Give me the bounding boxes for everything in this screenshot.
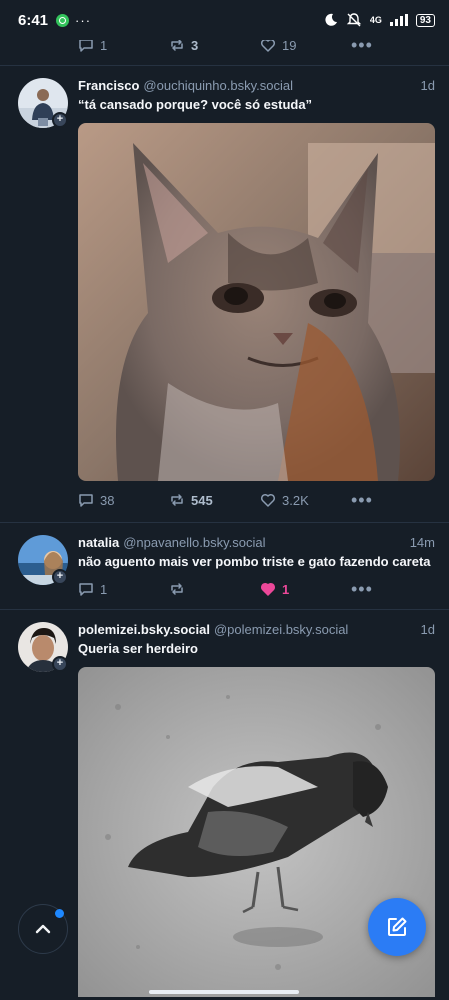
status-icons: 4G 93 xyxy=(324,13,435,27)
notification-more-icon: ··· xyxy=(75,12,92,28)
author-name[interactable]: Francisco xyxy=(78,78,139,93)
action-row: 1 3 19 ••• xyxy=(78,40,449,54)
post-time: 1d xyxy=(420,622,435,637)
do-not-disturb-icon xyxy=(325,13,337,26)
repost-count: 3 xyxy=(191,40,199,53)
network-type: 4G xyxy=(369,15,382,25)
more-icon[interactable]: ••• xyxy=(351,491,373,509)
signal-icon xyxy=(389,14,408,26)
repost-icon xyxy=(171,494,183,506)
compose-button[interactable] xyxy=(368,898,426,956)
home-indicator[interactable] xyxy=(149,990,299,994)
more-icon[interactable]: ••• xyxy=(351,40,373,54)
like-button[interactable]: 3.2K xyxy=(260,492,351,508)
author-name[interactable]: polemizei.bsky.social xyxy=(78,622,210,637)
follow-plus-icon[interactable]: + xyxy=(52,112,68,128)
battery-icon: 93 xyxy=(415,13,435,27)
repost-button[interactable]: 545 xyxy=(169,492,260,508)
heart-icon xyxy=(260,493,276,507)
post-media-gif[interactable] xyxy=(78,123,435,481)
like-button[interactable]: 1 xyxy=(260,581,351,597)
repost-button[interactable] xyxy=(169,581,260,597)
whatsapp-icon xyxy=(56,13,70,27)
action-row: 1 1 ••• xyxy=(78,576,435,602)
silent-icon xyxy=(346,13,362,27)
post-time: 1d xyxy=(420,78,435,93)
repost-icon xyxy=(171,40,183,51)
action-row: 38 545 3.2K ••• xyxy=(78,487,435,513)
more-icon[interactable]: ••• xyxy=(351,580,373,598)
like-button[interactable]: 19 xyxy=(260,40,351,53)
post[interactable]: + Francisco @ouchiquinho.bsky.social 1d … xyxy=(0,66,449,523)
like-count: 19 xyxy=(282,40,297,53)
author-handle[interactable]: @npavanello.bsky.social xyxy=(123,535,265,550)
reply-button[interactable]: 1 xyxy=(78,581,169,597)
author-handle[interactable]: @ouchiquinho.bsky.social xyxy=(143,78,293,93)
reply-icon xyxy=(79,494,93,507)
reply-count: 1 xyxy=(100,581,108,597)
post-header: Francisco @ouchiquinho.bsky.social 1d xyxy=(78,78,435,93)
heart-icon xyxy=(260,582,276,596)
previous-post-actions: 1 3 19 ••• xyxy=(0,40,449,66)
author-name[interactable]: natalia xyxy=(78,535,119,550)
repost-button[interactable]: 3 xyxy=(169,40,260,53)
post-text: Queria ser herdeiro xyxy=(78,641,198,656)
reply-icon xyxy=(79,40,93,52)
repost-count: 545 xyxy=(191,492,213,508)
follow-plus-icon[interactable]: + xyxy=(52,656,68,672)
new-posts-indicator xyxy=(55,909,64,918)
chevron-up-icon xyxy=(35,924,51,934)
post-header: natalia @npavanello.bsky.social 14m xyxy=(78,535,435,550)
post-text: não aguento mais ver pombo triste e gato… xyxy=(78,554,431,569)
status-time: 6:41 xyxy=(18,11,49,29)
like-count: 3.2K xyxy=(282,492,309,508)
heart-icon xyxy=(260,40,276,52)
follow-plus-icon[interactable]: + xyxy=(52,569,68,585)
reply-count: 38 xyxy=(100,492,115,508)
post-header: polemizei.bsky.social @polemizei.bsky.so… xyxy=(78,622,435,637)
author-handle[interactable]: @polemizei.bsky.social xyxy=(214,622,348,637)
feed[interactable]: 1 3 19 ••• + Francisco @ouchiquinho.bsky… xyxy=(0,40,449,1000)
reply-count: 1 xyxy=(100,40,108,53)
reply-button[interactable]: 1 xyxy=(78,40,169,53)
reply-icon xyxy=(79,583,93,596)
post-time: 14m xyxy=(409,535,435,550)
repost-icon xyxy=(171,583,183,595)
compose-icon xyxy=(388,917,407,936)
post[interactable]: + natalia @npavanello.bsky.social 14m nã… xyxy=(0,523,449,610)
like-count: 1 xyxy=(282,581,290,597)
status-bar: 6:41 ··· 4G 93 xyxy=(0,0,449,40)
reply-button[interactable]: 38 xyxy=(78,492,169,508)
post-text: “tá cansado porque? você só estuda” xyxy=(78,97,313,112)
